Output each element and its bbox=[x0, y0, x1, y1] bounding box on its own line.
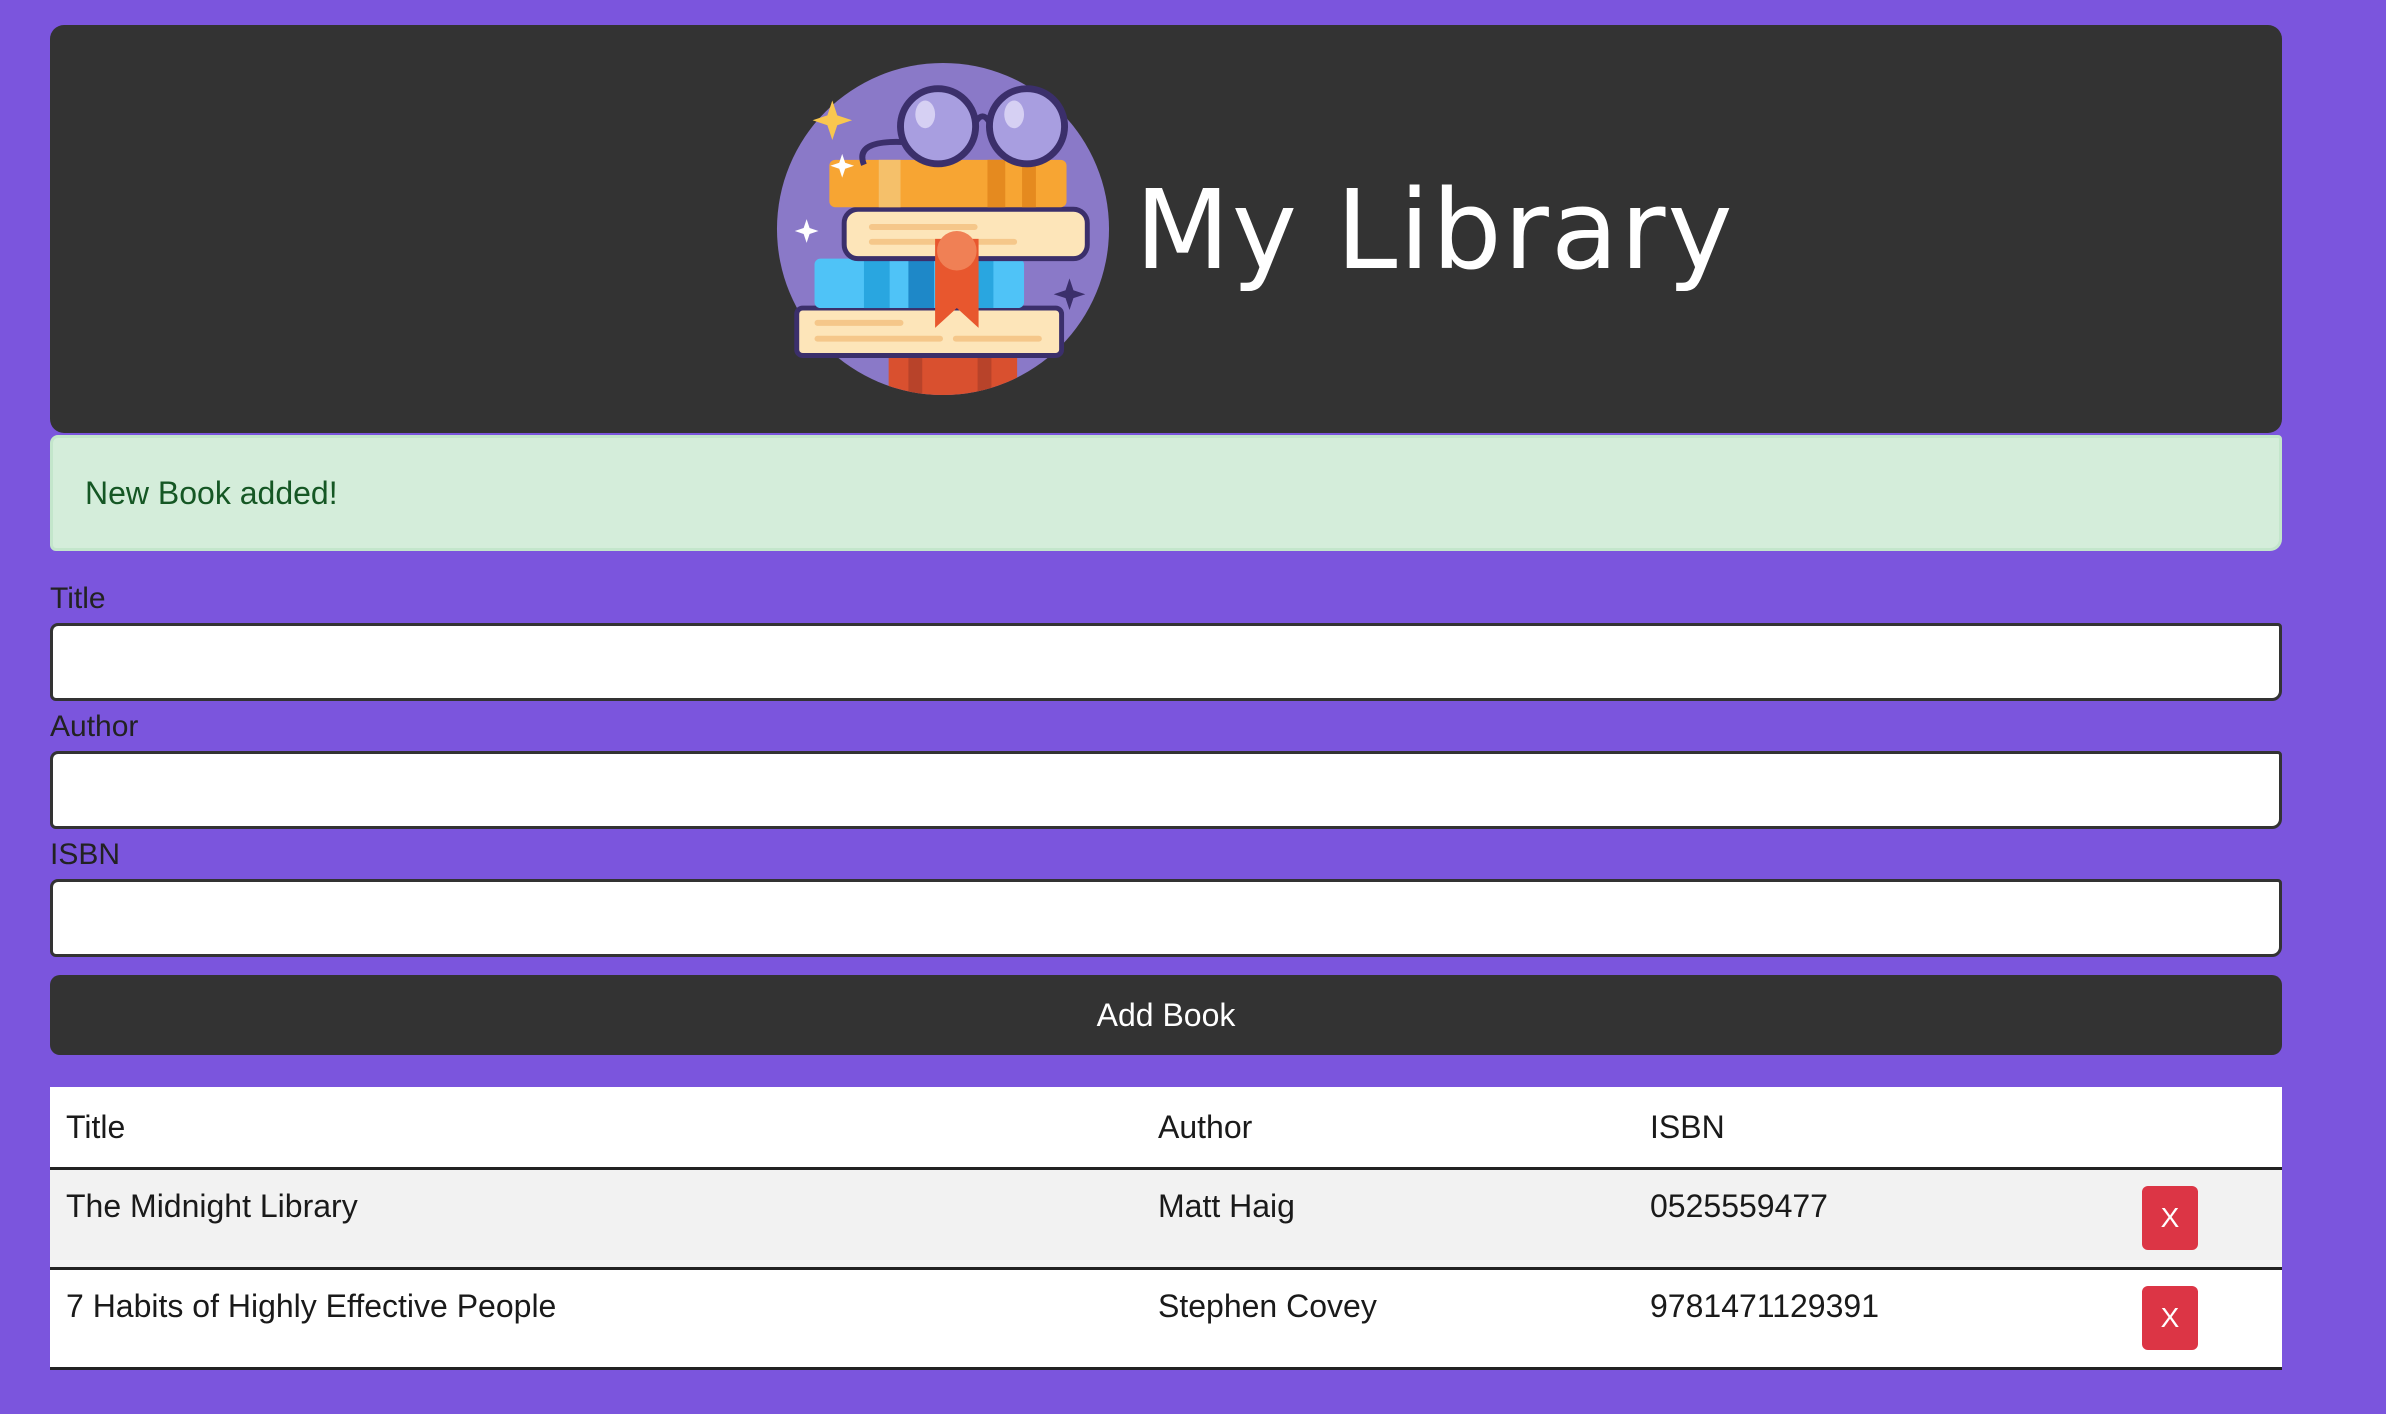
book-author-cell: Matt Haig bbox=[1142, 1168, 1634, 1270]
column-header-isbn: ISBN bbox=[1634, 1087, 2126, 1170]
app-header: My Library bbox=[50, 25, 2282, 433]
isbn-label: ISBN bbox=[50, 838, 121, 871]
app-title: My Library bbox=[1135, 166, 1735, 294]
table-row: The Midnight Library Matt Haig 052555947… bbox=[50, 1168, 2282, 1270]
library-app: My Library New Book added! Title Author … bbox=[50, 25, 2282, 1370]
isbn-input[interactable] bbox=[50, 879, 2282, 957]
delete-book-button[interactable]: X bbox=[2142, 1186, 2198, 1250]
book-isbn-cell: 0525559477 bbox=[1634, 1168, 2126, 1270]
table-row: 7 Habits of Highly Effective People Step… bbox=[50, 1268, 2282, 1370]
column-header-title: Title bbox=[50, 1087, 1142, 1170]
title-input[interactable] bbox=[50, 623, 2282, 701]
book-list: The Midnight Library Matt Haig 052555947… bbox=[50, 1168, 2282, 1370]
author-label: Author bbox=[50, 710, 139, 743]
add-book-button[interactable]: Add Book bbox=[50, 975, 2282, 1055]
delete-book-button[interactable]: X bbox=[2142, 1286, 2198, 1350]
title-label: Title bbox=[50, 582, 106, 615]
book-table: Title Author ISBN The Midnight Library M… bbox=[50, 1087, 2282, 1370]
book-actions-cell: X bbox=[2126, 1268, 2282, 1370]
book-author-cell: Stephen Covey bbox=[1142, 1268, 1634, 1370]
stacked-books-with-glasses-icon bbox=[776, 62, 1110, 396]
book-isbn-cell: 9781471129391 bbox=[1634, 1268, 2126, 1370]
column-header-actions bbox=[2126, 1087, 2282, 1170]
add-book-form: Title Author ISBN Add Book bbox=[50, 579, 2282, 1055]
success-alert: New Book added! bbox=[50, 435, 2282, 551]
column-header-author: Author bbox=[1142, 1087, 1634, 1170]
table-header-row: Title Author ISBN bbox=[50, 1087, 2282, 1170]
book-title-cell: The Midnight Library bbox=[50, 1168, 1142, 1270]
author-input[interactable] bbox=[50, 751, 2282, 829]
book-title-cell: 7 Habits of Highly Effective People bbox=[50, 1268, 1142, 1370]
book-actions-cell: X bbox=[2126, 1168, 2282, 1270]
